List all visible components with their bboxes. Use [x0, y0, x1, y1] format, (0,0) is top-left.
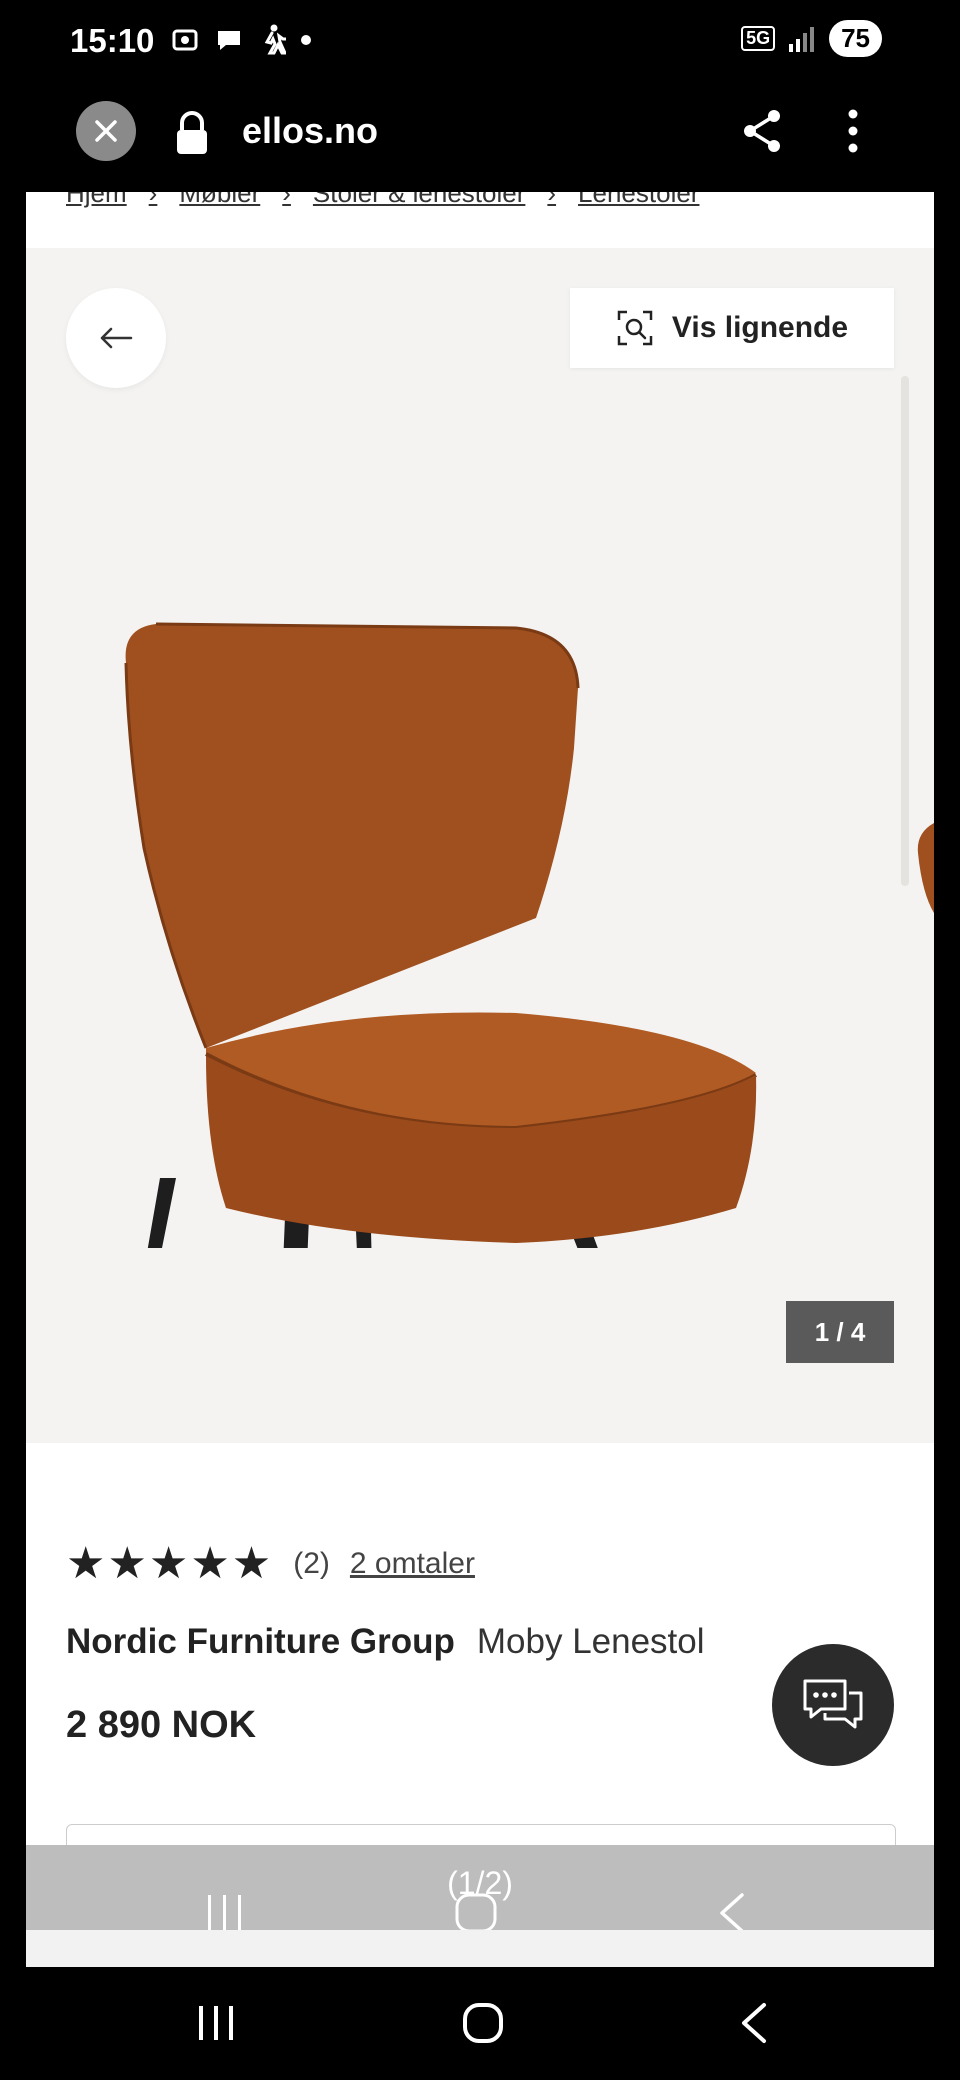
notification-icons [170, 24, 312, 56]
product-image-chair [124, 622, 757, 1248]
product-gallery[interactable]: Vis lignende 1 / 4 [26, 248, 934, 1443]
network-type: 5G [741, 26, 776, 51]
visual-search-icon [617, 310, 653, 346]
share-icon[interactable] [740, 108, 784, 154]
gallery-back-button[interactable] [66, 288, 166, 388]
walking-icon [264, 24, 286, 55]
dot-icon [301, 35, 311, 45]
lock-icon[interactable] [172, 110, 212, 156]
chat-button[interactable] [772, 1644, 894, 1766]
status-bar: 15:10 5G 75 [0, 0, 960, 86]
screenshot-icon [172, 29, 198, 51]
status-time: 15:10 [70, 22, 155, 59]
signal-icon [789, 26, 815, 52]
back-icon[interactable] [738, 2002, 768, 2044]
rating-count: (2) [293, 1546, 330, 1580]
next-image-peek [917, 823, 934, 913]
rating-row: ★★★★★ (2) 2 omtaler [66, 1538, 475, 1589]
recents-icon[interactable] [196, 2005, 236, 2041]
page-bottom-strip [26, 1930, 934, 1967]
breadcrumb-separator: › [282, 192, 291, 208]
reviews-link[interactable]: 2 omtaler [350, 1547, 475, 1581]
breadcrumb: Hjem › Møbler › Stoler & lenestoler › Le… [66, 192, 699, 212]
arrow-left-icon [100, 327, 133, 349]
url-text[interactable]: ellos.no [242, 110, 378, 152]
close-tab-button[interactable] [76, 101, 136, 161]
system-navigation-bar [0, 1967, 960, 2080]
breadcrumb-item[interactable]: Lenestoler [578, 192, 699, 212]
product-brand[interactable]: Nordic Furniture Group [66, 1622, 455, 1661]
breadcrumb-separator: › [148, 192, 158, 208]
screenshot-nav-overlay: (1/2) [26, 1845, 934, 1933]
rating-stars: ★★★★★ [66, 1539, 274, 1588]
breadcrumb-item[interactable]: Møbler [179, 192, 260, 212]
gallery-scrollbar[interactable] [901, 376, 909, 886]
battery-level: 75 [829, 20, 882, 57]
browser-toolbar [0, 86, 960, 192]
product-price: 2 890 NOK [66, 1704, 257, 1746]
message-icon [218, 31, 240, 50]
page-indicator: (1/2) [447, 1865, 513, 1901]
home-icon[interactable] [462, 2002, 504, 2044]
web-page: Hjem › Møbler › Stoler & lenestoler › Le… [26, 192, 934, 1967]
close-icon [95, 120, 117, 142]
image-counter: 1 / 4 [786, 1301, 894, 1363]
more-vert-icon[interactable] [843, 108, 863, 154]
system-status-icons: 5G 75 [741, 20, 882, 57]
show-similar-label: Vis lignende [671, 311, 849, 344]
breadcrumb-separator: › [547, 192, 557, 208]
breadcrumb-item[interactable]: Stoler & lenestoler [313, 192, 525, 212]
product-name: Moby Lenestol [476, 1622, 705, 1661]
chat-icon [803, 1679, 863, 1729]
breadcrumb-item[interactable]: Hjem [66, 192, 127, 212]
product-title: Nordic Furniture Group Moby Lenestol [66, 1622, 705, 1662]
show-similar-button[interactable]: Vis lignende [570, 288, 894, 368]
